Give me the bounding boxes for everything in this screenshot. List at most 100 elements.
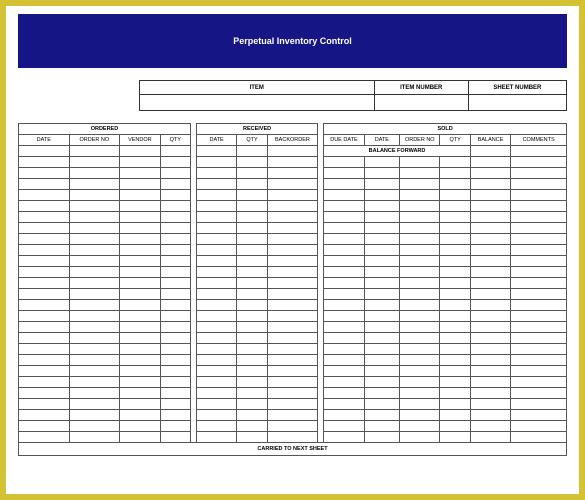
table-cell[interactable] <box>19 223 70 234</box>
table-cell[interactable] <box>160 322 190 333</box>
table-cell[interactable] <box>237 311 267 322</box>
table-cell[interactable] <box>364 289 399 300</box>
table-cell[interactable] <box>511 344 567 355</box>
table-cell[interactable] <box>196 146 236 157</box>
table-cell[interactable] <box>160 289 190 300</box>
table-cell[interactable] <box>237 366 267 377</box>
table-cell[interactable] <box>19 267 70 278</box>
table-cell[interactable] <box>267 179 318 190</box>
table-cell[interactable] <box>364 333 399 344</box>
table-cell[interactable] <box>440 212 470 223</box>
table-cell[interactable] <box>120 212 160 223</box>
table-cell[interactable] <box>120 300 160 311</box>
table-cell[interactable] <box>120 179 160 190</box>
table-cell[interactable] <box>69 322 120 333</box>
table-cell[interactable] <box>120 421 160 432</box>
table-cell[interactable] <box>511 256 567 267</box>
table-cell[interactable] <box>324 245 364 256</box>
table-cell[interactable] <box>237 322 267 333</box>
table-cell[interactable] <box>160 355 190 366</box>
table-cell[interactable] <box>324 278 364 289</box>
table-cell[interactable] <box>267 267 318 278</box>
table-cell[interactable] <box>196 421 236 432</box>
table-cell[interactable] <box>120 355 160 366</box>
meta-item-number-value[interactable] <box>374 95 468 111</box>
table-cell[interactable] <box>511 366 567 377</box>
table-cell[interactable] <box>196 289 236 300</box>
table-cell[interactable] <box>364 377 399 388</box>
table-cell[interactable] <box>364 278 399 289</box>
table-cell[interactable] <box>364 432 399 443</box>
table-cell[interactable] <box>237 223 267 234</box>
table-cell[interactable] <box>196 333 236 344</box>
table-cell[interactable] <box>400 322 440 333</box>
table-cell[interactable] <box>470 410 510 421</box>
table-cell[interactable] <box>196 344 236 355</box>
table-cell[interactable] <box>364 322 399 333</box>
table-cell[interactable] <box>69 179 120 190</box>
table-cell[interactable] <box>511 355 567 366</box>
table-cell[interactable] <box>160 432 190 443</box>
table-cell[interactable] <box>400 278 440 289</box>
table-cell[interactable] <box>267 311 318 322</box>
table-cell[interactable] <box>196 190 236 201</box>
table-cell[interactable] <box>69 223 120 234</box>
table-cell[interactable] <box>19 190 70 201</box>
table-cell[interactable] <box>120 344 160 355</box>
table-cell[interactable] <box>511 146 567 157</box>
table-cell[interactable] <box>237 300 267 311</box>
table-cell[interactable] <box>400 333 440 344</box>
table-cell[interactable] <box>267 410 318 421</box>
table-cell[interactable] <box>69 432 120 443</box>
table-cell[interactable] <box>69 201 120 212</box>
table-cell[interactable] <box>400 399 440 410</box>
table-cell[interactable] <box>69 410 120 421</box>
table-cell[interactable] <box>364 300 399 311</box>
table-cell[interactable] <box>120 311 160 322</box>
table-cell[interactable] <box>267 168 318 179</box>
table-cell[interactable] <box>267 212 318 223</box>
table-cell[interactable] <box>400 190 440 201</box>
table-cell[interactable] <box>120 256 160 267</box>
table-cell[interactable] <box>19 344 70 355</box>
table-cell[interactable] <box>400 366 440 377</box>
table-cell[interactable] <box>324 300 364 311</box>
table-cell[interactable] <box>470 201 510 212</box>
table-cell[interactable] <box>324 201 364 212</box>
table-cell[interactable] <box>364 355 399 366</box>
table-cell[interactable] <box>69 388 120 399</box>
table-cell[interactable] <box>237 179 267 190</box>
table-cell[interactable] <box>237 168 267 179</box>
table-cell[interactable] <box>267 146 318 157</box>
table-cell[interactable] <box>470 377 510 388</box>
table-cell[interactable] <box>69 421 120 432</box>
table-cell[interactable] <box>19 234 70 245</box>
table-cell[interactable] <box>470 289 510 300</box>
table-cell[interactable] <box>69 146 120 157</box>
table-cell[interactable] <box>19 377 70 388</box>
table-cell[interactable] <box>120 190 160 201</box>
table-cell[interactable] <box>267 421 318 432</box>
table-cell[interactable] <box>237 399 267 410</box>
table-cell[interactable] <box>440 421 470 432</box>
table-cell[interactable] <box>19 421 70 432</box>
table-cell[interactable] <box>267 278 318 289</box>
table-cell[interactable] <box>267 432 318 443</box>
table-cell[interactable] <box>364 168 399 179</box>
table-cell[interactable] <box>267 377 318 388</box>
table-cell[interactable] <box>324 256 364 267</box>
table-cell[interactable] <box>69 333 120 344</box>
table-cell[interactable] <box>19 322 70 333</box>
table-cell[interactable] <box>160 421 190 432</box>
table-cell[interactable] <box>324 168 364 179</box>
table-cell[interactable] <box>324 179 364 190</box>
table-cell[interactable] <box>237 355 267 366</box>
table-cell[interactable] <box>511 432 567 443</box>
table-cell[interactable] <box>364 223 399 234</box>
table-cell[interactable] <box>470 333 510 344</box>
table-cell[interactable] <box>69 278 120 289</box>
table-cell[interactable] <box>440 278 470 289</box>
table-cell[interactable] <box>120 388 160 399</box>
table-cell[interactable] <box>196 377 236 388</box>
table-cell[interactable] <box>364 212 399 223</box>
